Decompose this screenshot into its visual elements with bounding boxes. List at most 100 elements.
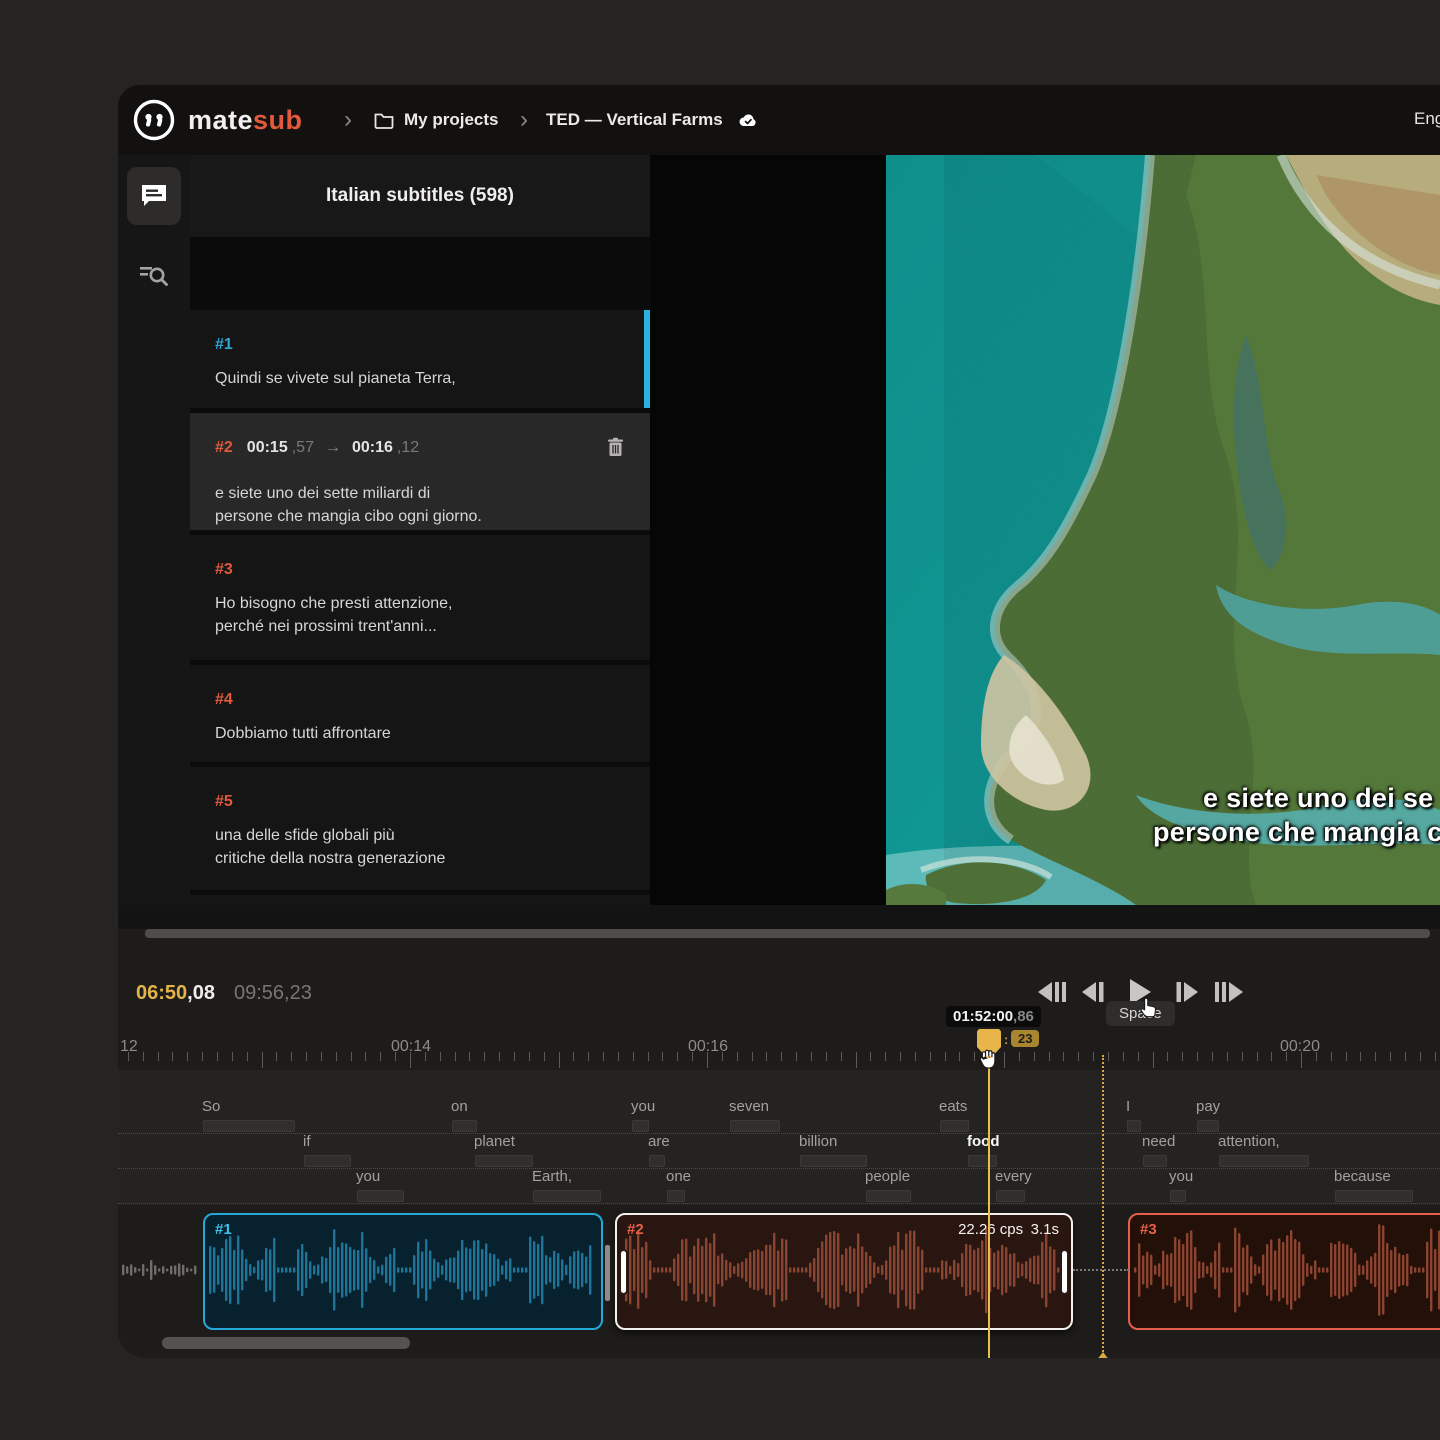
word-label[interactable]: every xyxy=(995,1168,1032,1185)
search-subtitles-button[interactable] xyxy=(127,247,181,305)
word-label[interactable]: pay xyxy=(1196,1098,1220,1115)
subtitle-block-2[interactable]: #222.26 cps 3.1s xyxy=(615,1213,1073,1330)
subtitle-item-6[interactable]: #6 Dove sei!? Dove sei!? xyxy=(190,895,650,905)
timeline-ruler[interactable] xyxy=(118,1052,1440,1070)
breadcrumb-my-projects[interactable]: My projects xyxy=(374,85,498,155)
ruler-minor-tick xyxy=(633,1052,634,1061)
ruler-minor-tick xyxy=(1242,1052,1243,1061)
timeline-scrollbar[interactable] xyxy=(162,1337,410,1349)
ruler-minor-tick xyxy=(351,1052,352,1061)
word-label[interactable]: food xyxy=(967,1133,999,1150)
word-label[interactable]: Earth, xyxy=(532,1168,572,1185)
subtitle-text[interactable]: Dobbiamo tutti affrontare xyxy=(215,722,626,745)
subtitle-text[interactable]: Ho bisogno che presti attenzione, xyxy=(215,592,626,615)
step-back-button[interactable] xyxy=(1074,977,1110,1007)
word-label[interactable]: attention, xyxy=(1218,1133,1280,1150)
word-timing-bar[interactable] xyxy=(940,1120,969,1132)
subtitle-block-3[interactable]: #3 xyxy=(1128,1213,1440,1330)
ruler-minor-tick xyxy=(544,1052,545,1061)
waveform xyxy=(1130,1215,1440,1325)
subtitle-text[interactable]: perché nei prossimi trent'anni... xyxy=(215,615,626,638)
subtitle-number: #5 xyxy=(215,793,626,811)
word-label[interactable]: on xyxy=(451,1098,468,1115)
ruler-minor-tick xyxy=(1078,1052,1079,1061)
word-timing-bar[interactable] xyxy=(203,1120,295,1132)
word-timing-bar[interactable] xyxy=(632,1120,649,1132)
word-label[interactable]: are xyxy=(648,1133,670,1150)
subtitle-text[interactable]: e siete uno dei sette miliardi di xyxy=(215,482,626,505)
word-label[interactable]: if xyxy=(303,1133,311,1150)
word-label[interactable]: billion xyxy=(799,1133,837,1150)
step-forward-icon xyxy=(1176,980,1200,1004)
word-timing-bar[interactable] xyxy=(357,1190,404,1202)
word-timing-bar[interactable] xyxy=(1170,1190,1186,1202)
subtitle-timecodes[interactable]: 00:15,57 → 00:16,12 xyxy=(247,439,419,457)
word-timing-bar[interactable] xyxy=(649,1155,665,1167)
subtitle-text[interactable]: persone che mangia cibo ogni giorno. xyxy=(215,505,626,528)
word-timing-bar[interactable] xyxy=(996,1190,1025,1202)
word-label[interactable]: need xyxy=(1142,1133,1175,1150)
subtitle-text[interactable]: una delle sfide globali più xyxy=(215,824,626,847)
start-time[interactable]: 00:15 xyxy=(247,439,288,457)
ruler-minor-tick xyxy=(1019,1052,1020,1061)
ruler-minor-tick xyxy=(1435,1052,1436,1061)
playhead-line[interactable] xyxy=(988,1060,990,1358)
word-timing-bar[interactable] xyxy=(800,1155,867,1167)
word-timing-bar[interactable] xyxy=(968,1155,997,1167)
block-boundary-handle[interactable] xyxy=(605,1245,610,1301)
word-label[interactable]: seven xyxy=(729,1098,769,1115)
subtitle-item-5[interactable]: #5 una delle sfide globali più critiche … xyxy=(190,767,650,890)
word-timing-bar[interactable] xyxy=(1335,1190,1413,1202)
playhead-timecode-badge: 01:52:00,86 xyxy=(946,1006,1041,1027)
word-timing-bar[interactable] xyxy=(533,1190,601,1202)
block-start-handle[interactable] xyxy=(619,1249,628,1295)
word-label[interactable]: you xyxy=(356,1168,380,1185)
subtitle-end-guide-marker[interactable] xyxy=(1096,1352,1110,1358)
word-label[interactable]: I xyxy=(1126,1098,1130,1115)
subtitle-block-1[interactable]: #1 xyxy=(203,1213,603,1330)
arrow-right-icon: → xyxy=(325,439,341,457)
word-timing-bar[interactable] xyxy=(452,1120,477,1132)
ruler-major-tick xyxy=(1153,1052,1154,1068)
word-label[interactable]: planet xyxy=(474,1133,515,1150)
subtitle-item-1[interactable]: #1 Quindi se vivete sul pianeta Terra, xyxy=(190,310,650,408)
word-label[interactable]: because xyxy=(1334,1168,1391,1185)
subtitles-panel-button[interactable] xyxy=(127,167,181,225)
word-label[interactable]: one xyxy=(666,1168,691,1185)
subtitle-text[interactable]: Quindi se vivete sul pianeta Terra, xyxy=(215,367,626,390)
word-timing-bar[interactable] xyxy=(1219,1155,1309,1167)
subtitle-item-3[interactable]: #3 Ho bisogno che presti attenzione, per… xyxy=(190,535,650,660)
end-time[interactable]: 00:16 xyxy=(352,439,393,457)
word-timing-bar[interactable] xyxy=(667,1190,685,1202)
video-preview[interactable]: e siete uno dei se persone che mangia c xyxy=(886,155,1440,905)
horizontal-scrollbar[interactable] xyxy=(145,929,1430,938)
language-menu[interactable]: Eng xyxy=(1414,109,1440,129)
word-label[interactable]: So xyxy=(202,1098,220,1115)
subtitle-text[interactable]: critiche della nostra generazione xyxy=(215,847,626,870)
subtitle-item-2[interactable]: #2 00:15,57 → 00:16,12 xyxy=(190,413,650,530)
subtitle-item-4[interactable]: #4 Dobbiamo tutti affrontare xyxy=(190,665,650,762)
word-timing-bar[interactable] xyxy=(475,1155,533,1167)
step-forward-button[interactable] xyxy=(1170,977,1206,1007)
word-timing-bar[interactable] xyxy=(1143,1155,1167,1167)
word-timing-bar[interactable] xyxy=(866,1190,911,1202)
ruler-minor-tick xyxy=(455,1052,456,1061)
word-label[interactable]: you xyxy=(631,1098,655,1115)
word-timing-bar[interactable] xyxy=(730,1120,780,1132)
scroll-position-indicator[interactable] xyxy=(644,310,650,408)
breadcrumb-project[interactable]: TED — Vertical Farms xyxy=(546,85,758,155)
word-timing-bar[interactable] xyxy=(1197,1120,1219,1132)
matesub-logo[interactable]: matesub xyxy=(132,98,303,142)
word-timing-bar[interactable] xyxy=(1127,1120,1141,1132)
word-label[interactable]: people xyxy=(865,1168,910,1185)
skip-forward-button[interactable] xyxy=(1211,977,1247,1007)
skip-back-button[interactable] xyxy=(1034,977,1070,1007)
delete-subtitle-button[interactable] xyxy=(607,437,624,462)
block-end-handle[interactable] xyxy=(1060,1249,1069,1295)
ruler-minor-tick xyxy=(1093,1052,1094,1061)
ruler-minor-tick xyxy=(172,1052,173,1061)
word-timing-bar[interactable] xyxy=(304,1155,351,1167)
word-label[interactable]: eats xyxy=(939,1098,967,1115)
ruler-minor-tick xyxy=(380,1052,381,1061)
word-label[interactable]: you xyxy=(1169,1168,1193,1185)
